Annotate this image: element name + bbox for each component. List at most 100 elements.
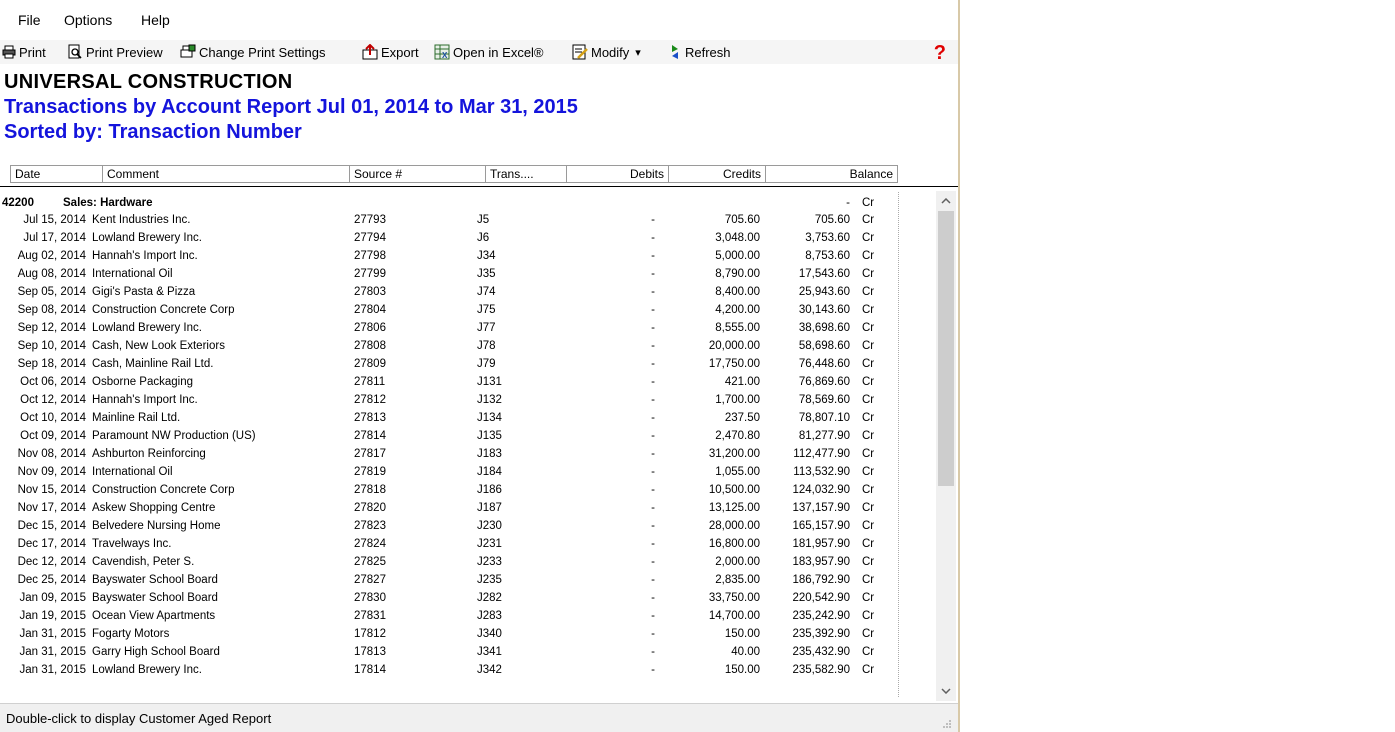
table-row[interactable]: Jan 19, 2015 Ocean View Apartments 27831 J2… bbox=[0, 608, 936, 623]
row-trans: J78 bbox=[477, 340, 496, 352]
refresh-button[interactable]: Refresh bbox=[668, 42, 731, 62]
row-trans: J35 bbox=[477, 268, 496, 280]
table-row[interactable]: Jan 31, 2015 Garry High School Board 17813… bbox=[0, 644, 936, 659]
row-date: Sep 08, 2014 bbox=[17, 304, 86, 316]
row-crdr: Cr bbox=[862, 664, 875, 676]
row-comment: International Oil bbox=[92, 268, 173, 280]
table-row[interactable]: Aug 08, 2014 International Oil 27799 J35 - 8,… bbox=[0, 266, 936, 281]
column-header-date[interactable]: Date bbox=[10, 165, 103, 183]
table-row[interactable]: Nov 15, 2014 Construction Concrete Corp 27… bbox=[0, 482, 936, 497]
table-row[interactable]: Oct 09, 2014 Paramount NW Production (US)… bbox=[0, 428, 936, 443]
table-row[interactable]: Jan 31, 2015 Fogarty Motors 17812 J340 - 150.… bbox=[0, 626, 936, 641]
table-row[interactable]: Jul 17, 2014 Lowland Brewery Inc. 27794 J6 -… bbox=[0, 230, 936, 245]
table-row[interactable]: Nov 09, 2014 International Oil 27819 J184 - 1… bbox=[0, 464, 936, 479]
table-row[interactable]: Dec 25, 2014 Bayswater School Board 27827 J… bbox=[0, 572, 936, 587]
row-credits: 8,790.00 bbox=[715, 268, 760, 280]
menu-bar: File Options Help bbox=[0, 0, 958, 40]
menu-options[interactable]: Options bbox=[64, 12, 112, 28]
row-credits: 2,470.80 bbox=[715, 430, 760, 442]
row-comment: Bayswater School Board bbox=[92, 592, 218, 604]
row-date: Jan 19, 2015 bbox=[19, 610, 86, 622]
resize-grip-icon[interactable] bbox=[942, 719, 952, 729]
modify-dropdown-arrow[interactable]: ▾ bbox=[635, 46, 641, 59]
table-row[interactable]: Nov 08, 2014 Ashburton Reinforcing 27817 J1… bbox=[0, 446, 936, 461]
table-row[interactable]: Dec 15, 2014 Belvedere Nursing Home 27823 J… bbox=[0, 518, 936, 533]
row-crdr: Cr bbox=[862, 628, 875, 640]
change-print-settings-button[interactable]: Change Print Settings bbox=[180, 42, 325, 62]
table-row[interactable]: Aug 02, 2014 Hannah's Import Inc. 27798 J34… bbox=[0, 248, 936, 263]
menu-file[interactable]: File bbox=[18, 12, 41, 28]
row-date: Aug 02, 2014 bbox=[17, 250, 86, 262]
vertical-scrollbar[interactable] bbox=[936, 191, 956, 701]
row-balance: 235,432.90 bbox=[792, 646, 850, 658]
refresh-label: Refresh bbox=[685, 44, 731, 60]
report-title: Transactions by Account Report Jul 01, 2… bbox=[4, 96, 578, 118]
status-text: Double-click to display Customer Aged Re… bbox=[6, 711, 272, 726]
row-trans: J186 bbox=[477, 484, 502, 496]
row-date: Nov 09, 2014 bbox=[17, 466, 86, 478]
row-comment: Cavendish, Peter S. bbox=[92, 556, 195, 568]
table-row[interactable]: Nov 17, 2014 Askew Shopping Centre 27820 J1… bbox=[0, 500, 936, 515]
row-debits: - bbox=[651, 322, 655, 334]
row-date: Jan 31, 2015 bbox=[19, 628, 86, 640]
row-balance: 113,532.90 bbox=[793, 466, 850, 478]
column-header-source[interactable]: Source # bbox=[349, 165, 486, 183]
print-button[interactable]: Print bbox=[2, 42, 46, 62]
row-credits: 20,000.00 bbox=[708, 340, 760, 352]
table-row[interactable]: Jan 09, 2015 Bayswater School Board 27830 J… bbox=[0, 590, 936, 605]
report-body[interactable]: 42200 Sales: Hardware - Cr Jul 15, 2014 K… bbox=[0, 191, 936, 701]
table-row[interactable]: Dec 17, 2014 Travelways Inc. 27824 J231 - 16,… bbox=[0, 536, 936, 551]
export-label: Export bbox=[381, 44, 419, 60]
row-debits: - bbox=[651, 214, 655, 226]
row-credits: 28,000.00 bbox=[708, 520, 760, 532]
column-header-credits[interactable]: Credits bbox=[668, 165, 766, 183]
table-row[interactable]: Dec 12, 2014 Cavendish, Peter S. 27825 J233… bbox=[0, 554, 936, 569]
row-trans: J184 bbox=[477, 466, 502, 478]
column-header-balance[interactable]: Balance bbox=[765, 165, 898, 183]
row-source: 17814 bbox=[354, 664, 386, 676]
row-crdr: Cr bbox=[862, 358, 875, 370]
table-row[interactable]: Sep 12, 2014 Lowland Brewery Inc. 27806 J77… bbox=[0, 320, 936, 335]
row-trans: J79 bbox=[477, 358, 496, 370]
row-comment: Belvedere Nursing Home bbox=[92, 520, 221, 532]
row-comment: Paramount NW Production (US) bbox=[92, 430, 256, 442]
print-preview-label: Print Preview bbox=[86, 44, 163, 60]
help-icon[interactable]: ? bbox=[934, 42, 946, 65]
table-row[interactable]: Sep 18, 2014 Cash, Mainline Rail Ltd. 2780… bbox=[0, 356, 936, 371]
table-row[interactable]: Sep 10, 2014 Cash, New Look Exteriors 2780… bbox=[0, 338, 936, 353]
row-debits: - bbox=[651, 574, 655, 586]
account-row[interactable]: 42200 Sales: Hardware - Cr bbox=[0, 195, 936, 210]
row-source: 27814 bbox=[354, 430, 386, 442]
table-row[interactable]: Oct 12, 2014 Hannah's Import Inc. 27812 J13… bbox=[0, 392, 936, 407]
row-source: 27803 bbox=[354, 286, 386, 298]
row-trans: J340 bbox=[477, 628, 502, 640]
scroll-up-button[interactable] bbox=[936, 191, 956, 211]
row-debits: - bbox=[651, 394, 655, 406]
row-crdr: Cr bbox=[862, 484, 875, 496]
table-row[interactable]: Jan 31, 2015 Lowland Brewery Inc. 17814 J34… bbox=[0, 662, 936, 677]
row-trans: J75 bbox=[477, 304, 496, 316]
open-in-excel-button[interactable]: X Open in Excel® bbox=[434, 42, 544, 62]
column-header-debits[interactable]: Debits bbox=[566, 165, 669, 183]
row-comment: Travelways Inc. bbox=[92, 538, 172, 550]
table-row[interactable]: Oct 10, 2014 Mainline Rail Ltd. 27813 J134 -… bbox=[0, 410, 936, 425]
modify-button[interactable]: Modify ▾ bbox=[572, 42, 641, 62]
table-row[interactable]: Jul 15, 2014 Kent Industries Inc. 27793 J5 -… bbox=[0, 212, 936, 227]
menu-help[interactable]: Help bbox=[141, 12, 170, 28]
row-credits: 1,700.00 bbox=[715, 394, 760, 406]
scroll-thumb[interactable] bbox=[938, 211, 954, 486]
print-preview-button[interactable]: Print Preview bbox=[67, 42, 163, 62]
row-trans: J230 bbox=[477, 520, 502, 532]
row-balance: 235,582.90 bbox=[792, 664, 850, 676]
export-button[interactable]: Export bbox=[362, 42, 419, 62]
row-balance: 25,943.60 bbox=[798, 286, 850, 298]
scroll-down-button[interactable] bbox=[936, 681, 956, 701]
row-trans: J282 bbox=[477, 592, 502, 604]
table-row[interactable]: Sep 05, 2014 Gigi's Pasta & Pizza 27803 J74… bbox=[0, 284, 936, 299]
column-header-trans[interactable]: Trans.... bbox=[485, 165, 567, 183]
table-row[interactable]: Sep 08, 2014 Construction Concrete Corp 27… bbox=[0, 302, 936, 317]
row-credits: 40.00 bbox=[731, 646, 760, 658]
table-row[interactable]: Oct 06, 2014 Osborne Packaging 27811 J131 - 4… bbox=[0, 374, 936, 389]
column-header-comment[interactable]: Comment bbox=[102, 165, 350, 183]
row-credits: 705.60 bbox=[724, 214, 760, 226]
